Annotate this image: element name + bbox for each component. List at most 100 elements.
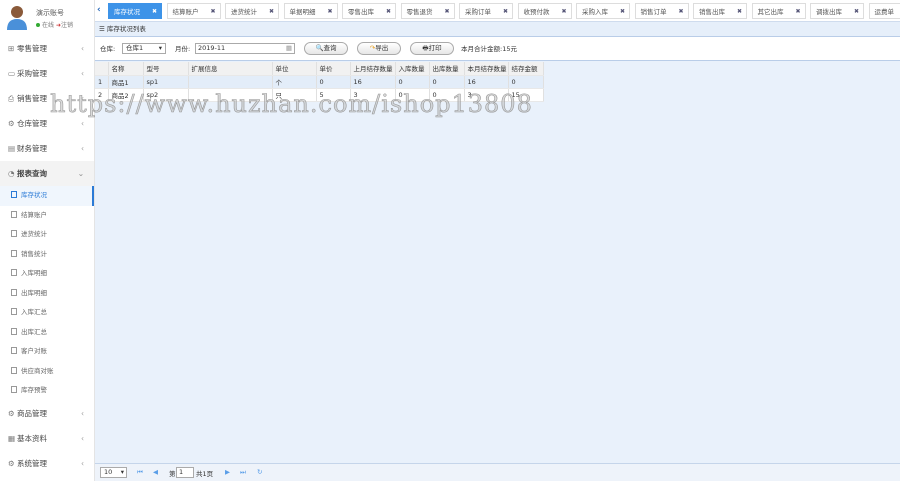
tab[interactable]: 单据明细 ✖ (283, 3, 338, 20)
close-icon[interactable]: ✖ (503, 4, 508, 20)
table-row[interactable]: 1 商品1 sp1 个 0 16 0 0 16 0 (95, 75, 544, 89)
submenu-item[interactable]: 入库明细 (0, 264, 94, 284)
column-header[interactable]: 结存金额 (508, 62, 544, 76)
print-label: 打印 (428, 44, 442, 52)
submenu-label: 入库汇总 (21, 308, 47, 316)
close-icon[interactable]: ✖ (444, 4, 449, 20)
close-icon[interactable]: ✖ (620, 4, 625, 20)
menu-item[interactable]: ⚙ 商品管理 ‹ (0, 401, 94, 426)
tab-label: 进货统计 (231, 8, 257, 16)
status-text: 在线 (42, 22, 55, 29)
column-header[interactable]: 名称 (108, 62, 144, 76)
menu-icon: ⎙ (8, 94, 14, 103)
submenu-label: 入库明细 (21, 269, 47, 277)
column-header[interactable]: 入库数量 (395, 62, 430, 76)
warehouse-value: 仓库1 (126, 44, 144, 52)
table-cell: 0 (316, 75, 351, 89)
submenu-item[interactable]: 出库明细 (0, 284, 94, 304)
table-cell: sp1 (143, 75, 189, 89)
table-cell: sp2 (143, 88, 189, 102)
submenu-item[interactable]: 库存预警 (0, 381, 94, 401)
submenu-item[interactable]: 销售统计 (0, 245, 94, 265)
table-cell: 0 (429, 75, 465, 89)
tab[interactable]: 结算账户 ✖ (166, 3, 221, 20)
submenu-item[interactable]: 结算账户 (0, 206, 94, 226)
tab[interactable]: 调拨出库 ✖ (810, 3, 864, 19)
column-header[interactable]: 上月结存数量 (350, 62, 396, 76)
chevron-left-icon: ‹ (81, 433, 84, 443)
page-icon (11, 288, 17, 296)
avatar (7, 6, 27, 30)
warehouse-select[interactable]: 仓库1 ▾ (122, 43, 166, 54)
month-input[interactable]: 2019-11 ▦ (195, 43, 295, 54)
first-page-icon[interactable]: ⏮ (137, 468, 143, 477)
column-header[interactable]: 单位 (272, 62, 317, 76)
tab[interactable]: 库存状况 ✖ (108, 3, 162, 19)
chevron-left-icon: ‹ (81, 119, 84, 128)
close-icon[interactable]: ✖ (795, 4, 800, 20)
column-header[interactable]: 型号 (143, 62, 189, 76)
page-icon (11, 347, 17, 354)
query-button[interactable]: 🔍查询 (304, 42, 348, 55)
menu-item[interactable]: ⊞ 零售管理 ‹ (0, 36, 94, 61)
submenu-item[interactable]: 入库汇总 (0, 303, 94, 323)
tab[interactable]: 其它出库 ✖ (751, 3, 806, 20)
close-icon[interactable]: ✖ (678, 4, 683, 20)
submenu-item[interactable]: 供应商对账 (0, 362, 94, 382)
table-cell: 个 (272, 75, 317, 89)
close-icon[interactable]: ✖ (269, 4, 274, 20)
close-icon[interactable]: ✖ (854, 4, 859, 20)
logout-link[interactable]: 注销 (61, 22, 73, 29)
page-input[interactable]: 1 (176, 467, 194, 478)
tab[interactable]: 运费单✖ (868, 3, 900, 19)
tab[interactable]: 零售退货 ✖ (400, 3, 455, 20)
menu-report[interactable]: ◔ 报表查询 ⌄ (0, 161, 94, 186)
table-row[interactable]: 2 商品2 sp2 只 5 3 0 0 3 15 (95, 88, 544, 102)
column-header[interactable]: 单价 (316, 62, 351, 76)
close-icon[interactable]: ✖ (210, 4, 215, 20)
menu-item[interactable]: ▦ 基本资料 ‹ (0, 426, 94, 451)
column-header[interactable]: 扩展信息 (188, 62, 273, 76)
close-icon[interactable]: ✖ (737, 4, 742, 20)
refresh-icon[interactable]: ↻ (257, 468, 262, 476)
tab[interactable]: 销售出库 ✖ (693, 3, 747, 19)
tab[interactable]: 销售订单 ✖ (634, 3, 689, 20)
tab[interactable]: 采购入库 ✖ (576, 3, 630, 19)
chevron-left-icon: ‹ (81, 69, 84, 78)
table-cell: 3 (350, 88, 396, 102)
menu-icon: ▦ (8, 433, 16, 443)
column-header[interactable]: 本月结存数量 (464, 62, 509, 76)
next-page-icon[interactable]: ▶ (225, 468, 230, 476)
export-button[interactable]: ↷导出 (357, 42, 401, 55)
menu-item[interactable]: ▤ 财务管理 ‹ (0, 136, 94, 161)
submenu-item[interactable]: 进货统计 (0, 225, 94, 245)
tab[interactable]: 进货统计 ✖ (225, 3, 279, 19)
menu-item[interactable]: ⚙ 系统管理 ‹ (0, 451, 94, 476)
menu-label: 报表查询 (17, 169, 47, 178)
page-size-select[interactable]: 10 ▾ (100, 467, 127, 478)
tab-bar: ‹ 库存状况 ✖ 结算账户 ✖ 进货统计 ✖ 单据明细 ✖ 零售出库 ✖ 零售退货 ✖ 采购订单 ✖ 收预付… (95, 0, 900, 22)
tab-label: 单据明细 (289, 8, 316, 16)
close-icon[interactable]: ✖ (561, 4, 566, 20)
tab[interactable]: 采购订单 ✖ (459, 3, 513, 19)
menu-item[interactable]: ⚙ 仓库管理 ‹ (0, 111, 94, 136)
table-cell (188, 88, 273, 102)
calendar-icon[interactable]: ▦ (286, 44, 292, 53)
tab-scroll-left-icon[interactable]: ‹ (97, 5, 101, 15)
menu-item[interactable]: ⎙ 销售管理 ‹ (0, 86, 94, 111)
print-button[interactable]: 🖶打印 (410, 42, 454, 55)
last-page-icon[interactable]: ⏭ (240, 468, 246, 477)
close-icon[interactable]: ✖ (327, 4, 332, 20)
close-icon[interactable]: ✖ (152, 4, 157, 20)
submenu-item[interactable]: 出库汇总 (0, 323, 94, 343)
tab[interactable]: 收预付款 ✖ (517, 3, 572, 20)
column-header[interactable]: 出库数量 (429, 62, 465, 76)
submenu-item[interactable]: 客户对账 (0, 342, 94, 362)
user-status: 在线 ➜注销 (36, 20, 73, 29)
tab[interactable]: 零售出库 ✖ (342, 3, 396, 19)
menu-item[interactable]: ▭ 采购管理 ‹ (0, 61, 94, 86)
submenu-item[interactable]: 库存状况 (0, 186, 94, 206)
menu-label: 仓库管理 (17, 119, 47, 128)
prev-page-icon[interactable]: ◀ (153, 468, 158, 476)
close-icon[interactable]: ✖ (386, 4, 391, 20)
